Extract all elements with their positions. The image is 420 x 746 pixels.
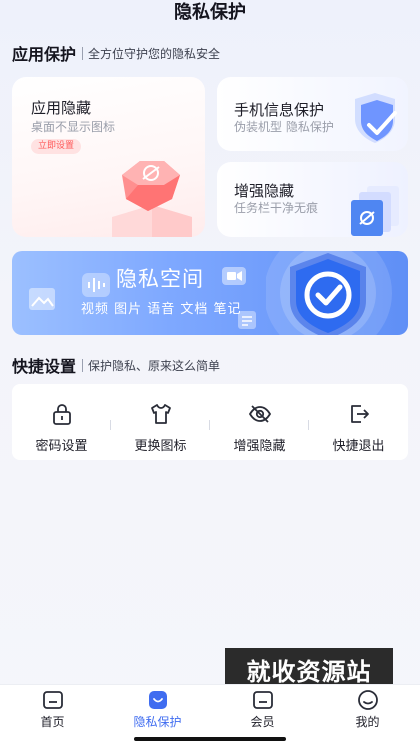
vip-icon bbox=[252, 691, 273, 709]
page-title: 隐私保护 bbox=[174, 2, 246, 23]
app-hide-title: 应用隐藏 bbox=[31, 99, 92, 117]
tab-privacy-label: 隐私保护 bbox=[133, 715, 182, 729]
app-protect-header: 应用保护 全方位守护您的隐私安全 bbox=[12, 41, 220, 65]
exit-icon bbox=[350, 405, 369, 423]
document-icon bbox=[238, 311, 256, 329]
password-settings-label: 密码设置 bbox=[35, 439, 88, 454]
quick-settings-header: 快捷设置 保护隐私、原来这么简单 bbox=[12, 353, 220, 377]
privacy-space-title: 隐私空间 bbox=[116, 267, 204, 291]
quick-settings-subtitle: 保护隐私、原来这么简单 bbox=[88, 358, 221, 373]
quick-exit-label: 快捷退出 bbox=[332, 439, 385, 454]
shirt-icon bbox=[150, 404, 171, 424]
enhance-hide-button[interactable]: 增强隐藏 bbox=[210, 384, 309, 460]
privacy-shield-icon bbox=[266, 251, 392, 335]
audio-wave-icon bbox=[82, 273, 110, 297]
password-settings-button[interactable]: 密码设置 bbox=[12, 384, 111, 460]
layered-panels-icon bbox=[351, 186, 399, 236]
quick-settings-panel: 密码设置 更换图标 增强隐藏 快捷退出 bbox=[12, 384, 408, 460]
section-divider bbox=[82, 46, 84, 60]
app-hide-subtitle: 桌面不显示图标 bbox=[31, 120, 116, 134]
enhance-hide-subtitle: 任务栏干净无痕 bbox=[234, 201, 319, 215]
tab-home-label: 首页 bbox=[40, 715, 65, 729]
home-icon bbox=[42, 691, 63, 709]
change-icon-button[interactable]: 更换图标 bbox=[111, 384, 210, 460]
privacy-icon bbox=[148, 691, 167, 709]
app-protect-subtitle: 全方位守护您的隐私安全 bbox=[88, 46, 221, 61]
eye-off-icon bbox=[248, 405, 271, 423]
app-protect-title: 应用保护 bbox=[12, 45, 77, 64]
quick-exit-button[interactable]: 快捷退出 bbox=[309, 384, 408, 460]
image-icon bbox=[29, 288, 55, 310]
phone-info-card[interactable]: 手机信息保护 伪装机型 隐私保护 bbox=[217, 77, 408, 151]
privacy-space-subtitle: 视频 图片 语音 文档 笔记 bbox=[81, 302, 242, 317]
tab-profile[interactable]: 我的 bbox=[315, 685, 420, 746]
lock-icon bbox=[52, 404, 71, 425]
top-bar: 隐私保护 bbox=[0, 0, 420, 28]
phone-info-subtitle: 伪装机型 隐私保护 bbox=[234, 120, 334, 134]
enhance-hide-title: 增强隐藏 bbox=[234, 182, 295, 200]
shield-check-icon bbox=[355, 93, 397, 143]
change-icon-label: 更换图标 bbox=[134, 439, 187, 454]
section-divider bbox=[82, 358, 84, 372]
tab-vip-label: 会员 bbox=[250, 715, 275, 729]
profile-icon bbox=[357, 690, 378, 710]
app-hide-card[interactable]: 应用隐藏 桌面不显示图标 立即设置 bbox=[12, 77, 205, 237]
quick-settings-title: 快捷设置 bbox=[12, 357, 77, 376]
privacy-space-banner[interactable]: 隐私空间 视频 图片 语音 文档 笔记 bbox=[12, 251, 408, 335]
enhance-hide-label: 增强隐藏 bbox=[233, 439, 286, 454]
video-icon bbox=[222, 267, 246, 285]
phone-info-title: 手机信息保护 bbox=[234, 101, 325, 119]
tab-profile-label: 我的 bbox=[355, 715, 380, 729]
tab-home[interactable]: 首页 bbox=[0, 685, 105, 746]
home-indicator bbox=[134, 737, 286, 741]
enhance-hide-card[interactable]: 增强隐藏 任务栏干净无痕 bbox=[217, 162, 408, 237]
setup-now-badge[interactable]: 立即设置 bbox=[31, 139, 82, 154]
hexagon-blocks-icon bbox=[112, 161, 192, 237]
